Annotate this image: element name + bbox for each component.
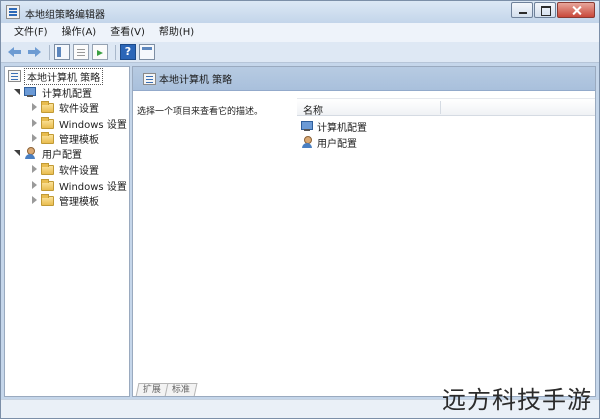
expand-triangle-icon[interactable] — [30, 119, 38, 127]
tree-node-admin-templates[interactable]: 管理模板 — [30, 130, 101, 146]
toolbar-separator — [115, 44, 116, 60]
folder-icon — [41, 132, 54, 144]
expand-triangle-icon[interactable] — [30, 103, 38, 111]
menu-help[interactable]: 帮助(H) — [152, 23, 201, 42]
title-bar[interactable]: 本地组策略编辑器 — [1, 1, 599, 23]
tree-node-label: Windows 设置 — [59, 119, 127, 131]
computer-icon — [24, 86, 37, 98]
folder-icon — [41, 117, 54, 129]
folder-icon — [41, 194, 54, 206]
tree-node-label: 本地计算机 策略 — [24, 67, 104, 85]
folder-icon — [41, 179, 54, 191]
forward-arrow-icon[interactable] — [26, 44, 42, 60]
tree-node-user-config[interactable]: 用户配置 — [13, 145, 84, 161]
export-list-icon[interactable] — [92, 44, 108, 60]
expand-triangle-icon[interactable] — [30, 134, 38, 142]
help-icon[interactable]: ? — [120, 44, 136, 60]
menu-view[interactable]: 查看(V) — [103, 23, 152, 42]
tree-node-root[interactable]: 本地计算机 策略 — [8, 67, 104, 85]
tree-node-windows-settings[interactable]: Windows 设置 — [30, 115, 129, 131]
collapse-triangle-icon[interactable] — [13, 149, 21, 157]
list-item-computer-config[interactable]: 计算机配置 — [301, 118, 367, 134]
window-controls — [510, 2, 595, 18]
tree-node-label: 软件设置 — [59, 103, 99, 115]
tree-node-label: 管理模板 — [59, 196, 99, 208]
tree-node-label: 管理模板 — [59, 134, 99, 146]
menu-bar: 文件(F) 操作(A) 查看(V) 帮助(H) — [1, 23, 599, 42]
list-header: 名称 — [297, 98, 595, 117]
maximize-button[interactable] — [534, 2, 556, 18]
tab-label: 扩展 — [142, 385, 161, 395]
expand-triangle-icon[interactable] — [30, 165, 38, 173]
list-item-label: 计算机配置 — [317, 122, 367, 134]
close-button[interactable] — [557, 2, 595, 18]
policy-icon — [143, 72, 156, 85]
folder-icon — [41, 163, 54, 175]
column-divider[interactable] — [440, 101, 441, 114]
details-header-title: 本地计算机 策略 — [159, 75, 233, 86]
console-tree[interactable]: 本地计算机 策略 计算机配置 软件设置 Windows 设置 管理模板 用户配置 — [4, 66, 130, 397]
tree-node-software-settings[interactable]: 软件设置 — [30, 99, 101, 115]
gpedit-app-icon — [6, 5, 20, 19]
menu-action[interactable]: 操作(A) — [55, 23, 104, 42]
collapse-triangle-icon[interactable] — [13, 88, 21, 96]
list-item-label: 用户配置 — [317, 138, 357, 150]
gpedit-window: 本地组策略编辑器 文件(F) 操作(A) 查看(V) 帮助(H) ? 本地计算机… — [0, 0, 600, 419]
view-tabs: 扩展 标准 — [135, 381, 198, 396]
folder-icon — [41, 101, 54, 113]
details-header: 本地计算机 策略 — [133, 67, 595, 91]
menu-file[interactable]: 文件(F) — [7, 23, 55, 42]
expand-triangle-icon[interactable] — [30, 181, 38, 189]
policy-icon — [8, 70, 21, 82]
details-pane: 本地计算机 策略 选择一个项目来查看它的描述。 名称 计算机配置 用户配置 扩展… — [132, 66, 596, 397]
window-title: 本地组策略编辑器 — [25, 10, 105, 21]
back-arrow-icon[interactable] — [7, 44, 23, 60]
computer-icon — [301, 120, 314, 132]
tree-node-label: 用户配置 — [42, 149, 82, 161]
show-hide-tree-icon[interactable] — [54, 44, 70, 60]
toolbar-separator — [49, 44, 50, 60]
minimize-button[interactable] — [511, 2, 533, 18]
tree-node-label: Windows 设置 — [59, 181, 127, 193]
tree-node-computer-config[interactable]: 计算机配置 — [13, 84, 94, 100]
tree-node-label: 计算机配置 — [42, 88, 92, 100]
tree-node-admin-templates[interactable]: 管理模板 — [30, 192, 101, 208]
description-text: 选择一个项目来查看它的描述。 — [137, 107, 264, 117]
tab-standard[interactable]: 标准 — [164, 383, 198, 396]
tree-node-software-settings[interactable]: 软件设置 — [30, 161, 101, 177]
toolbar: ? — [1, 42, 599, 63]
tree-node-windows-settings[interactable]: Windows 设置 — [30, 177, 129, 193]
list-item-user-config[interactable]: 用户配置 — [301, 134, 357, 150]
expand-triangle-icon[interactable] — [30, 196, 38, 204]
items-list[interactable]: 名称 计算机配置 用户配置 — [297, 91, 595, 381]
user-icon — [24, 147, 37, 159]
show-hide-action-pane-icon[interactable] — [139, 44, 155, 60]
properties-icon[interactable] — [73, 44, 89, 60]
column-header-name[interactable]: 名称 — [303, 102, 323, 117]
tab-extended[interactable]: 扩展 — [135, 383, 169, 396]
tree-node-label: 软件设置 — [59, 165, 99, 177]
tab-label: 标准 — [171, 385, 190, 395]
watermark-text: 远方科技手游 — [442, 386, 592, 414]
user-icon — [301, 136, 314, 148]
